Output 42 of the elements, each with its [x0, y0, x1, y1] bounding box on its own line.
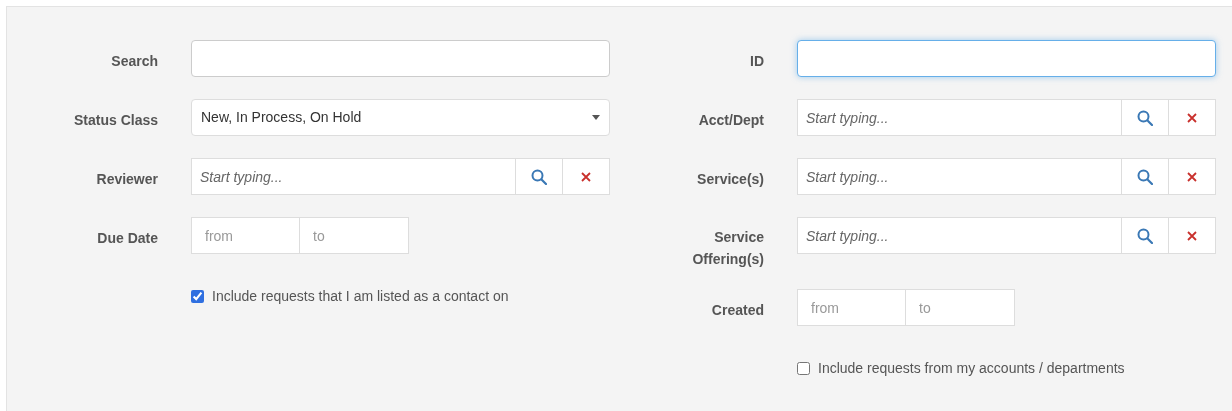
clear-button[interactable] — [1168, 99, 1216, 136]
field-label: Service Offering(s) — [691, 228, 764, 269]
lookup-field[interactable]: Start typing... — [797, 217, 1122, 254]
close-icon — [581, 171, 591, 182]
field-label: Created — [711, 301, 764, 320]
checkbox[interactable] — [191, 290, 204, 303]
field-label: Status Class — [73, 111, 158, 130]
close-icon — [1187, 230, 1197, 241]
search-icon — [531, 168, 547, 185]
search-icon — [1137, 168, 1153, 185]
select-value: New, In Process, On Hold — [201, 108, 362, 127]
lookup-field[interactable]: Start typing... — [797, 99, 1122, 136]
clear-button[interactable] — [1168, 217, 1216, 254]
checkbox-label: Include requests from my accounts / departments — [818, 359, 1125, 378]
checkbox-label: Include requests that I am listed as a contact on — [212, 287, 509, 306]
date-to-field[interactable]: to — [300, 217, 409, 254]
checkbox[interactable] — [797, 362, 810, 375]
caret-icon — [592, 115, 600, 120]
search-icon — [1137, 227, 1153, 244]
lookup-field[interactable]: Start typing... — [191, 158, 516, 195]
clear-button[interactable] — [562, 158, 610, 195]
field-label: ID — [750, 52, 764, 71]
search-button[interactable] — [1122, 99, 1168, 136]
search-button[interactable] — [516, 158, 562, 195]
clear-button[interactable] — [1168, 158, 1216, 195]
text-field[interactable] — [191, 40, 610, 77]
search-button[interactable] — [1122, 217, 1168, 254]
date-to-field[interactable]: to — [906, 289, 1015, 326]
field-label: Service(s) — [697, 170, 764, 189]
close-icon — [1187, 171, 1197, 182]
close-icon — [1187, 112, 1197, 123]
field-label: Reviewer — [96, 170, 158, 189]
select-field[interactable]: New, In Process, On Hold — [191, 99, 610, 136]
lookup-field[interactable]: Start typing... — [797, 158, 1122, 195]
text-field[interactable] — [797, 40, 1216, 77]
field-label: Due Date — [97, 229, 158, 248]
field-label: Search — [111, 52, 158, 71]
search-icon — [1137, 109, 1153, 126]
date-from-field[interactable]: from — [191, 217, 300, 254]
field-label: Acct/Dept — [698, 111, 764, 130]
date-from-field[interactable]: from — [797, 289, 906, 326]
search-button[interactable] — [1122, 158, 1168, 195]
